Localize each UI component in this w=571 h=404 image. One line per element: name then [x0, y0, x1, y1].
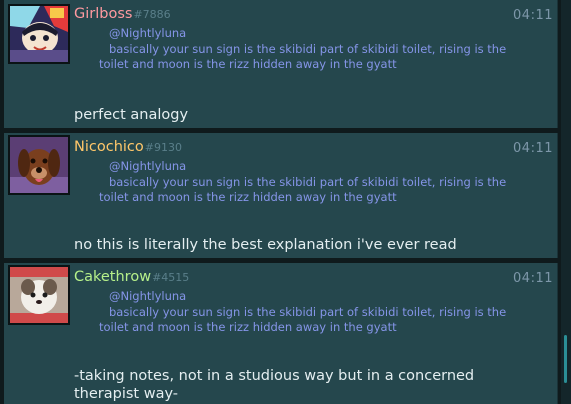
message-body: no this is literally the best explanatio… [74, 237, 457, 253]
username[interactable]: Cakethrow [74, 269, 151, 285]
reply-text: basically your sun sign is the skibidi p… [99, 304, 507, 335]
message-item: Girlboss#7886 04:11 @Nightlyluna basical… [4, 0, 558, 128]
timestamp: 04:11 [513, 271, 553, 286]
scrollbar-thumb[interactable] [564, 335, 567, 383]
scrollbar[interactable] [561, 0, 571, 404]
reply-text: basically your sun sign is the skibidi p… [99, 174, 507, 205]
chat-panel: Girlboss#7886 04:11 @Nightlyluna basical… [0, 0, 560, 404]
reply-mention[interactable]: @Nightlyluna [99, 159, 519, 175]
reply-mention[interactable]: @Nightlyluna [99, 289, 519, 305]
message-item: Cakethrow#4515 04:11 @Nightlyluna basica… [4, 263, 558, 404]
avatar[interactable] [8, 135, 70, 195]
user-discriminator: #4515 [152, 271, 190, 284]
reply-quote[interactable]: @Nightlyluna basically your sun sign is … [99, 289, 519, 336]
username[interactable]: Girlboss [74, 6, 132, 22]
username[interactable]: Nicochico [74, 139, 144, 155]
message-header: Cakethrow#4515 [74, 269, 189, 285]
timestamp: 04:11 [513, 141, 553, 156]
message-header: Girlboss#7886 [74, 6, 171, 22]
message-body: perfect analogy [74, 107, 189, 123]
user-discriminator: #9130 [144, 141, 182, 154]
message-header: Nicochico#9130 [74, 139, 182, 155]
reply-quote[interactable]: @Nightlyluna basically your sun sign is … [99, 26, 519, 73]
user-discriminator: #7886 [133, 8, 171, 21]
reply-text: basically your sun sign is the skibidi p… [99, 41, 507, 72]
reply-quote[interactable]: @Nightlyluna basically your sun sign is … [99, 159, 519, 206]
timestamp: 04:11 [513, 8, 553, 23]
avatar[interactable] [8, 265, 70, 325]
reply-mention[interactable]: @Nightlyluna [99, 26, 519, 42]
avatar[interactable] [8, 4, 70, 64]
message-body: -taking notes, not in a studious way but… [74, 368, 475, 402]
message-item: Nicochico#9130 04:11 @Nightlyluna basica… [4, 133, 558, 258]
